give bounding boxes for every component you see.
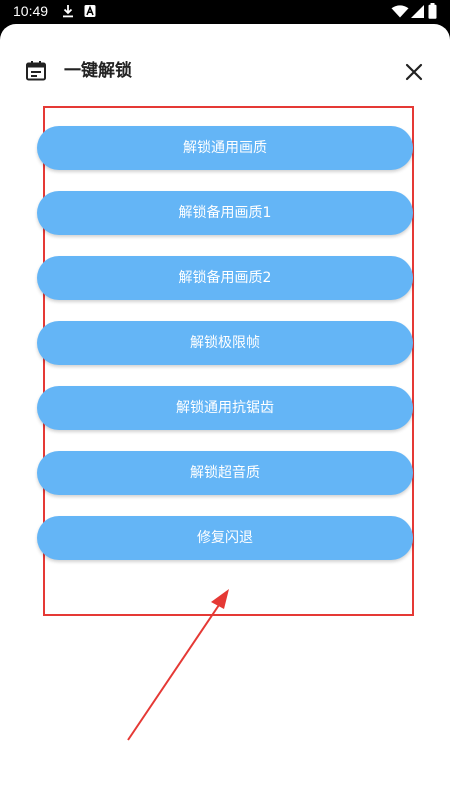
annotation-arrow bbox=[127, 589, 229, 741]
